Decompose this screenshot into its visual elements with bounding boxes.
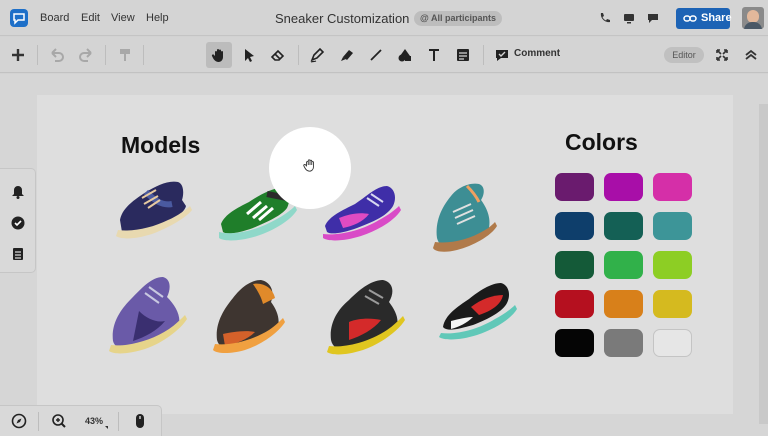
pen-icon [310, 47, 325, 63]
color-swatch[interactable] [653, 329, 692, 357]
link-icon [683, 13, 697, 27]
undo-icon [51, 48, 64, 62]
models-title[interactable]: Models [121, 132, 200, 159]
zoom-level[interactable]: 43% [85, 416, 103, 426]
drawing-toolbar: Comment Editor [0, 37, 768, 73]
bottom-divider [38, 412, 39, 431]
bottom-divider [118, 412, 119, 431]
collapse-toolbar-button[interactable] [738, 42, 764, 68]
share-button[interactable]: Share [676, 8, 732, 29]
add-button[interactable] [5, 42, 31, 68]
toolbar-divider [105, 45, 106, 65]
app-logo-icon[interactable] [10, 9, 28, 27]
list-icon[interactable] [11, 247, 25, 261]
add-icon [12, 49, 24, 61]
color-swatch[interactable] [604, 212, 643, 240]
role-badge: Editor [664, 47, 704, 63]
select-icon [245, 49, 254, 62]
board-title[interactable]: Sneaker Customization [275, 11, 409, 26]
color-swatch[interactable] [555, 251, 594, 279]
line-tool-button[interactable] [363, 42, 389, 68]
shapes-icon [398, 49, 411, 62]
undo-button[interactable] [44, 42, 70, 68]
color-swatch[interactable] [604, 329, 643, 357]
comment-label[interactable]: Comment [514, 48, 560, 59]
comment-tool-button[interactable] [489, 42, 515, 68]
share-label: Share [701, 12, 732, 24]
user-avatar[interactable] [742, 7, 764, 29]
colors-title[interactable]: Colors [565, 129, 638, 156]
mouse-icon[interactable] [132, 413, 148, 429]
menu-view[interactable]: View [111, 12, 135, 24]
color-swatch[interactable] [555, 290, 594, 318]
toolbar-divider [298, 45, 299, 65]
hand-tool-button[interactable] [206, 42, 232, 68]
color-swatch[interactable] [653, 251, 692, 279]
shoe-black-yellow-image[interactable] [323, 274, 407, 356]
color-swatch[interactable] [653, 290, 692, 318]
checkmark-icon[interactable] [11, 216, 25, 230]
board-canvas[interactable]: Models Colors [37, 95, 733, 414]
eraser-tool-button[interactable] [265, 42, 291, 68]
color-swatch[interactable] [653, 173, 692, 201]
color-swatch[interactable] [555, 329, 594, 357]
color-swatch[interactable] [604, 290, 643, 318]
toolbar-divider [483, 45, 484, 65]
vertical-scrollbar[interactable] [759, 104, 768, 424]
menu-board[interactable]: Board [40, 12, 69, 24]
highlighter-tool-button[interactable] [334, 42, 360, 68]
compass-icon[interactable] [11, 413, 27, 429]
chevron-up-icon [745, 49, 757, 60]
side-panel [0, 168, 36, 273]
menu-edit[interactable]: Edit [81, 12, 100, 24]
pen-tool-button[interactable] [304, 42, 330, 68]
select-tool-button[interactable] [236, 42, 262, 68]
toolbar-divider [143, 45, 144, 65]
at-icon: @ [420, 13, 431, 23]
hand-cursor-icon [303, 159, 314, 172]
text-tool-button[interactable] [421, 42, 447, 68]
menu-help[interactable]: Help [146, 12, 169, 24]
hand-icon [211, 49, 223, 62]
line-icon [370, 49, 382, 61]
sticky-note-icon [457, 49, 469, 61]
participants-badge[interactable]: @ All participants [414, 11, 502, 26]
cursor-spotlight [269, 127, 351, 209]
color-swatch[interactable] [604, 173, 643, 201]
format-painter-button[interactable] [112, 42, 138, 68]
redo-button[interactable] [73, 42, 99, 68]
color-swatch[interactable] [555, 212, 594, 240]
comment-icon [496, 50, 508, 61]
fullscreen-button[interactable] [709, 42, 735, 68]
zoom-in-icon[interactable] [51, 413, 67, 429]
sticky-note-tool-button[interactable] [450, 42, 476, 68]
shoe-black-red-white-image[interactable] [437, 277, 519, 347]
shoe-lavender-image[interactable] [105, 271, 189, 357]
toolbar-divider [37, 45, 38, 65]
shoe-brown-orange-image[interactable] [209, 274, 287, 356]
zoom-dropdown-caret-icon[interactable] [105, 426, 108, 429]
phone-icon[interactable] [598, 11, 612, 25]
expand-icon [716, 49, 728, 61]
screen-share-icon[interactable] [622, 11, 636, 25]
shoe-teal-hightop-image[interactable] [427, 178, 499, 258]
format-painter-icon [120, 49, 130, 61]
shoe-navy-image[interactable] [112, 178, 194, 244]
text-icon [429, 49, 439, 61]
bottom-navigation-bar: 43% [0, 405, 162, 436]
participants-label: All participants [430, 13, 496, 23]
color-swatch[interactable] [604, 251, 643, 279]
color-swatch[interactable] [555, 173, 594, 201]
eraser-icon [270, 49, 285, 61]
chat-icon[interactable] [646, 11, 660, 25]
notification-bell-icon[interactable] [11, 185, 25, 199]
shapes-tool-button[interactable] [392, 42, 418, 68]
redo-icon [79, 48, 92, 62]
top-menu-bar: Board Edit View Help Sneaker Customizati… [0, 0, 768, 36]
color-swatch[interactable] [653, 212, 692, 240]
highlighter-icon [341, 50, 353, 61]
